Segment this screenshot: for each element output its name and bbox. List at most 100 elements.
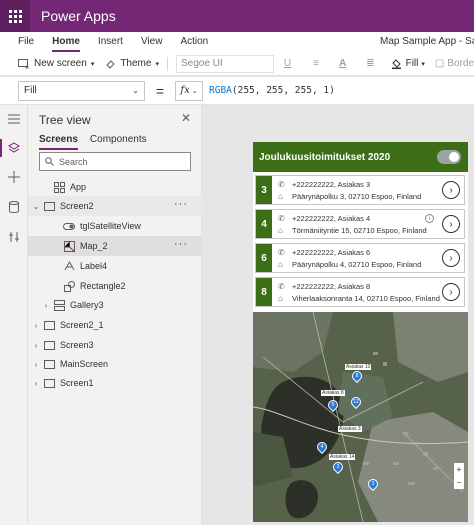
tree-item-gallery3[interactable]: › Gallery3	[28, 295, 202, 315]
zoom-in-button[interactable]: +	[457, 465, 462, 474]
tree-item-mainscreen[interactable]: › MainScreen	[28, 354, 202, 374]
app-launcher-button[interactable]	[0, 0, 30, 32]
tree-item-label: Label4	[80, 261, 108, 271]
chevron-right-icon[interactable]: ›	[442, 215, 460, 233]
fx-icon: fx	[180, 85, 190, 96]
border-button[interactable]: ▢ Borde	[435, 58, 474, 69]
tree-item-label: App	[70, 182, 87, 192]
tab-screens[interactable]: Screens	[39, 134, 78, 150]
delivery-card[interactable]: 4 ✆ +222222222, Asiakas 4 ⌂ Törmäniityntie…	[255, 209, 465, 239]
menu-insert[interactable]: Insert	[98, 32, 123, 52]
tree-item-label: MainScreen	[60, 359, 109, 369]
phone-icon: ✆	[278, 282, 285, 291]
property-dropdown[interactable]: Fill ⌄	[18, 80, 145, 101]
document-title: Map Sample App - Saved	[380, 36, 474, 47]
chevron-right-icon[interactable]: ›	[32, 379, 40, 388]
tab-components[interactable]: Components	[90, 134, 147, 150]
delivery-address: Päärynäpolku 4, 02710 Espoo, Finland	[292, 260, 422, 269]
tree-item-label: Rectangle2	[80, 281, 126, 291]
more-options-icon[interactable]: ···	[174, 238, 188, 250]
tree-item-label4[interactable]: Label4	[28, 256, 202, 276]
font-selector[interactable]: Segoe UI	[175, 54, 274, 73]
left-rail	[0, 105, 28, 525]
chevron-right-icon[interactable]: ›	[32, 341, 40, 350]
new-screen-icon	[18, 58, 29, 69]
delivery-address: Törmäniityntie 15, 02710 Espoo, Finland	[292, 226, 427, 235]
hamburger-icon[interactable]	[0, 107, 28, 131]
satellite-map[interactable]: Asiakas 10 Asiakas 8 Asiakas 3 Asiakas 1…	[253, 312, 468, 522]
chevron-down-icon[interactable]: ⌄	[32, 202, 40, 211]
equals-sign: =	[155, 82, 165, 99]
plus-icon[interactable]	[0, 165, 28, 189]
menu-file[interactable]: File	[18, 32, 34, 52]
phone-icon: ✆	[278, 180, 285, 189]
delivery-card[interactable]: 8 ✆ +222222222, Asiakas 8 ⌂ Viherlaaksonra…	[255, 277, 465, 307]
map-pin-label: Asiakas 8	[321, 390, 345, 396]
ribbon-toolbar: New screen ▾ Theme ▾ Segoe UI U ≡ A ≣ Fi…	[0, 52, 474, 76]
formula-input[interactable]: RGBA(255, 255, 255, 1)	[209, 85, 335, 96]
screen-icon	[43, 339, 55, 351]
map-pin-label: Asiakas 14	[329, 454, 356, 460]
tree-item-screen1[interactable]: › Screen1	[28, 373, 202, 393]
underline-button[interactable]: U	[284, 58, 291, 69]
tree-item-label: Map_2	[80, 241, 108, 251]
chevron-right-icon[interactable]: ›	[442, 283, 460, 301]
database-icon[interactable]	[0, 195, 28, 219]
menu-view[interactable]: View	[141, 32, 163, 52]
tree-item-label: Screen2_1	[60, 320, 104, 330]
home-icon: ⌂	[278, 226, 283, 235]
zoom-out-button[interactable]: −	[457, 478, 462, 487]
app-header-title: Joulukuusitoimitukset 2020	[259, 151, 391, 163]
satellite-toggle[interactable]	[437, 150, 461, 164]
chevron-right-icon[interactable]: ›	[32, 321, 40, 330]
tree-item-rectangle2[interactable]: Rectangle2	[28, 276, 202, 296]
layers-icon[interactable]	[0, 136, 28, 160]
tree-item-label: Screen1	[60, 378, 94, 388]
chevron-right-icon[interactable]: ›	[442, 249, 460, 267]
menu-action[interactable]: Action	[180, 32, 208, 52]
border-label: Borde	[447, 58, 474, 69]
phone-icon: ✆	[278, 214, 285, 223]
more-options-icon[interactable]: ···	[174, 198, 188, 210]
chevron-down-icon: ⌄	[132, 86, 139, 95]
home-icon: ⌂	[278, 192, 283, 201]
product-name: Power Apps	[41, 8, 116, 24]
tree-item-map-2[interactable]: Map_2 ···	[28, 236, 202, 256]
theme-button[interactable]: Theme ▾	[106, 58, 159, 69]
search-input[interactable]: Search	[39, 152, 191, 171]
function-button[interactable]: fx ⌄	[175, 80, 203, 101]
close-icon[interactable]: ✕	[181, 111, 191, 125]
tree-item-screen2[interactable]: ⌄ Screen2 ···	[28, 196, 202, 216]
delivery-card[interactable]: 6 ✆ +222222222, Asiakas 6 ⌂ Päärynäpolku 4…	[255, 243, 465, 273]
app-icon	[53, 181, 65, 193]
delivery-number: 8	[256, 278, 272, 306]
menu-home[interactable]: Home	[52, 32, 80, 52]
chevron-right-icon[interactable]: ›	[442, 181, 460, 199]
tree-item-screen2-1[interactable]: › Screen2_1	[28, 315, 202, 335]
tree-item-screen3[interactable]: › Screen3	[28, 335, 202, 355]
info-icon[interactable]: i	[425, 214, 434, 223]
chevron-right-icon[interactable]: ›	[32, 360, 40, 369]
chevron-right-icon[interactable]: ›	[42, 301, 50, 310]
font-color-icon[interactable]: A	[339, 58, 346, 69]
map-zoom-control[interactable]: + −	[454, 463, 464, 489]
formula-args: (255, 255, 255, 1)	[231, 85, 335, 96]
app-screen-preview[interactable]: Joulukuusitoimitukset 2020 3 ✆ +222222222…	[253, 142, 468, 522]
search-placeholder: Search	[59, 156, 88, 167]
tree-item-tglsatelliteview[interactable]: tglSatelliteView	[28, 216, 202, 236]
tree-tabs: Screens Components	[39, 134, 159, 150]
toolbar-divider	[166, 56, 168, 71]
screen-icon	[43, 319, 55, 331]
text-align-icon[interactable]: ≣	[366, 58, 374, 69]
border-icon: ▢	[434, 58, 445, 69]
new-screen-button[interactable]: New screen ▾	[18, 58, 94, 69]
tree-item-app[interactable]: App	[28, 177, 202, 197]
align-icon[interactable]: ≡	[313, 58, 319, 69]
tools-icon[interactable]	[0, 225, 28, 249]
theme-label: Theme	[120, 58, 152, 69]
delivery-number: 3	[256, 176, 272, 204]
delivery-address: Päärynäpolku 3, 02710 Espoo, Finland	[292, 192, 422, 201]
delivery-card[interactable]: 3 ✆ +222222222, Asiakas 3 ⌂ Päärynäpolku 3…	[255, 175, 465, 205]
screen-icon	[43, 200, 55, 212]
fill-button[interactable]: Fill ▾	[391, 58, 425, 69]
